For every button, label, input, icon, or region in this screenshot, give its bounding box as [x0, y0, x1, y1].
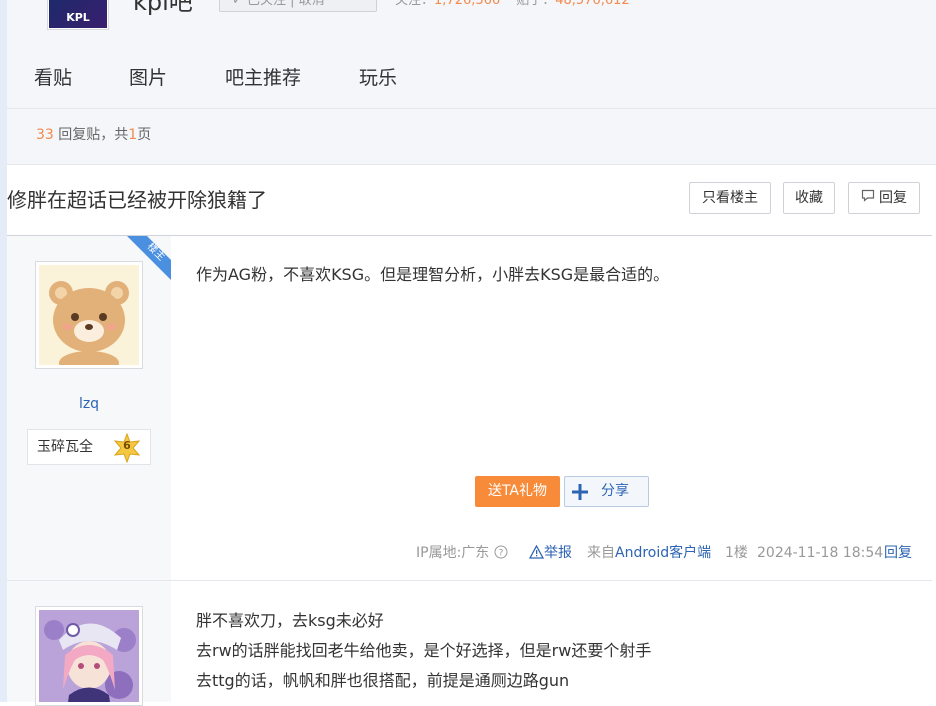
post-content: 作为AG粉，不喜欢KSG。但是理智分析，小胖去KSG是最合适的。: [196, 260, 669, 290]
nav-tab-posts[interactable]: 看贴: [34, 66, 72, 90]
post-count-label: 贴子：: [516, 0, 556, 8]
source-client-link[interactable]: Android客户端: [615, 545, 711, 561]
anime-avatar-icon: [39, 610, 139, 702]
share-button-label: 分享: [601, 483, 629, 499]
post-floor-1: lzq 玉碎瓦全 6 楼主 作为AG粉，不喜欢KSG。但是理智分析，小胖去KSG…: [7, 236, 932, 581]
author-column: lzq 玉碎瓦全 6: [7, 236, 171, 580]
nav-tab-fun[interactable]: 玩乐: [359, 66, 397, 90]
post-line: 去ttg的话，帆帆和胖也很搭配，前提是通厕边路gun: [196, 671, 570, 690]
report-label: 举报: [544, 545, 572, 561]
plus-icon: [572, 484, 588, 500]
help-icon[interactable]: ?: [494, 545, 508, 561]
author-column: [7, 581, 171, 706]
avatar[interactable]: [35, 606, 143, 706]
post-source: 来自Android客户端: [587, 543, 711, 563]
level-name: 玉碎瓦全: [37, 439, 93, 455]
forum-logo-text: KPL: [49, 0, 107, 28]
source-prefix: 来自: [587, 545, 615, 561]
level-number: 6: [123, 439, 131, 452]
follow-button[interactable]: ✓ 已关注 | 取消: [219, 0, 377, 12]
post-reply-link[interactable]: 回复: [884, 543, 912, 563]
ip-location: IP属地:广东 ?: [416, 543, 508, 563]
op-ribbon: 楼主: [121, 236, 171, 286]
reply-button-label: 回复: [879, 190, 907, 206]
reply-count-bar: 33 回复贴，共1页: [7, 109, 936, 165]
forum-header: KPL kpl吧 ✓ 已关注 | 取消 关注：1,726,366 贴子：48,57…: [7, 0, 936, 51]
reply-count-end: 页: [137, 127, 152, 143]
author-name[interactable]: lzq: [7, 395, 171, 413]
reply-count: 33: [36, 127, 54, 143]
left-edge-strip: [0, 0, 7, 702]
forum-stats: 关注：1,726,366 贴子：48,576,612: [395, 0, 630, 10]
warning-icon: [528, 544, 545, 561]
follow-count-label: 关注：: [395, 0, 435, 8]
report-link[interactable]: 举报: [528, 543, 572, 563]
post-line: 去rw的话胖能找回老牛给他卖，是个好选择，但是rw还要个射手: [196, 641, 652, 660]
svg-text:?: ?: [498, 549, 503, 559]
reply-count-mid: 回复贴，共: [53, 127, 129, 143]
forum-nav: 看贴 图片 吧主推荐 玩乐: [7, 50, 936, 109]
comment-icon: [861, 183, 875, 213]
page-count: 1: [128, 127, 138, 143]
nav-tab-recommended[interactable]: 吧主推荐: [225, 66, 301, 90]
post-content: 胖不喜欢刀，去ksg未必好 去rw的话胖能找回老牛给他卖，是个好选择，但是rw还…: [196, 606, 651, 696]
reply-button[interactable]: 回复: [848, 182, 920, 214]
thread-title: 修胖在超话已经被开除狼籍了: [7, 188, 267, 212]
floor-number: 1楼: [725, 545, 748, 561]
post-time: 2024-11-18 18:54: [757, 545, 884, 561]
follow-count: 1,726,366: [434, 0, 501, 8]
favorite-button[interactable]: 收藏: [783, 182, 835, 214]
level-badge-box[interactable]: 玉碎瓦全 6: [27, 429, 151, 465]
post-count: 48,576,612: [555, 0, 630, 8]
reply-count-text: 33 回复贴，共1页: [36, 126, 151, 144]
only-op-button[interactable]: 只看楼主: [689, 182, 771, 214]
post-line: 作为AG粉，不喜欢KSG。但是理智分析，小胖去KSG是最合适的。: [196, 265, 670, 284]
nav-tab-images[interactable]: 图片: [129, 66, 167, 90]
ip-location-label: IP属地:广东: [416, 545, 490, 561]
post-line: 胖不喜欢刀，去ksg未必好: [196, 611, 384, 630]
post-floor-2: 胖不喜欢刀，去ksg未必好 去rw的话胖能找回老牛给他卖，是个好选择，但是rw还…: [7, 581, 932, 706]
thread-title-bar: 修胖在超话已经被开除狼籍了 只看楼主 收藏 回复: [7, 165, 932, 237]
share-button[interactable]: 分享: [564, 476, 649, 507]
forum-name[interactable]: kpl吧: [133, 0, 193, 14]
forum-logo[interactable]: KPL: [47, 0, 109, 30]
send-gift-button[interactable]: 送TA礼物: [475, 476, 560, 507]
